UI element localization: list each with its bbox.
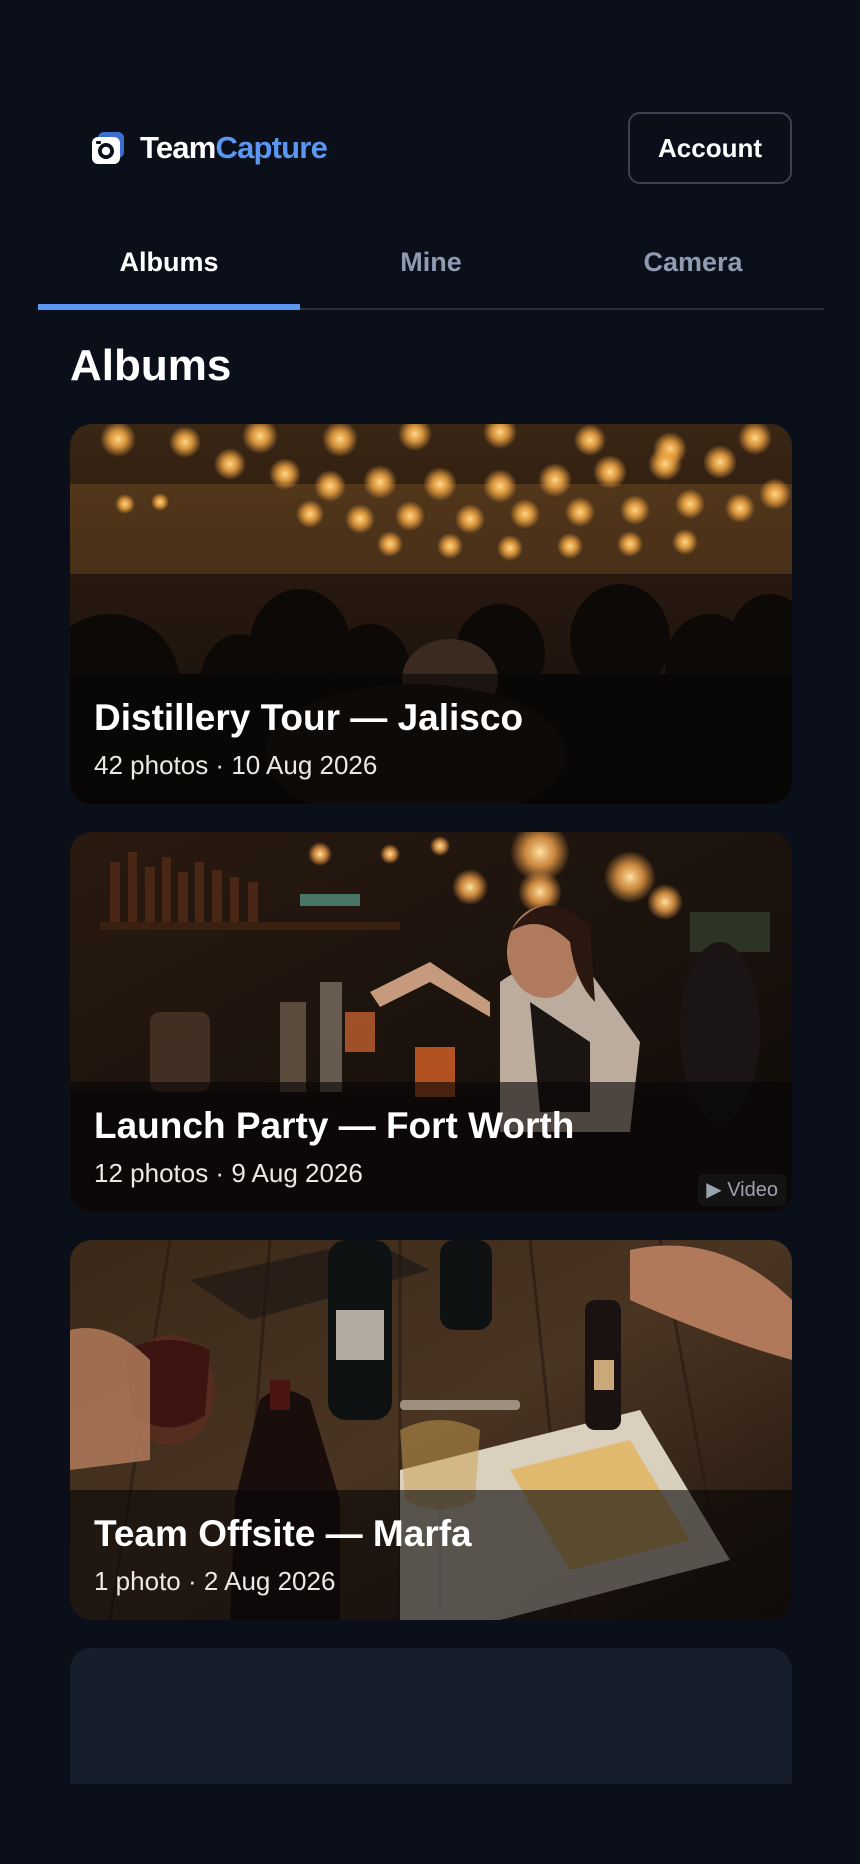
camera-icon: [92, 132, 124, 164]
brand-part-team: Team: [140, 130, 216, 165]
album-card-placeholder: [70, 1648, 792, 1784]
album-title: Team Offsite — Marfa: [94, 1513, 472, 1554]
tab-bar: Albums Mine Camera: [38, 226, 824, 310]
album-meta: 1 photo · 2 Aug 2026: [94, 1566, 336, 1596]
album-meta: 42 photos · 10 Aug 2026: [94, 750, 378, 780]
album-title: Distillery Tour — Jalisco: [94, 697, 524, 738]
album-card[interactable]: Team Offsite — Marfa 1 photo · 2 Aug 202…: [70, 1240, 792, 1620]
tab-mine[interactable]: Mine: [300, 226, 562, 308]
video-badge: ▶ Video: [698, 1174, 786, 1206]
album-meta: 12 photos · 9 Aug 2026: [94, 1158, 363, 1188]
album-title: Launch Party — Fort Worth: [94, 1105, 575, 1146]
brand-name: TeamCapture: [140, 130, 328, 166]
tab-albums[interactable]: Albums: [38, 226, 300, 310]
album-card[interactable]: Distillery Tour — Jalisco 42 photos · 10…: [70, 424, 792, 804]
app-logo[interactable]: TeamCapture: [90, 130, 328, 166]
album-card[interactable]: Launch Party — Fort Worth 12 photos · 9 …: [70, 832, 792, 1212]
brand-part-capture: Capture: [215, 130, 328, 165]
page-title: Albums: [70, 341, 232, 390]
tab-camera[interactable]: Camera: [562, 226, 824, 308]
app-header: TeamCapture Account: [0, 110, 860, 186]
account-button[interactable]: Account: [628, 112, 792, 184]
